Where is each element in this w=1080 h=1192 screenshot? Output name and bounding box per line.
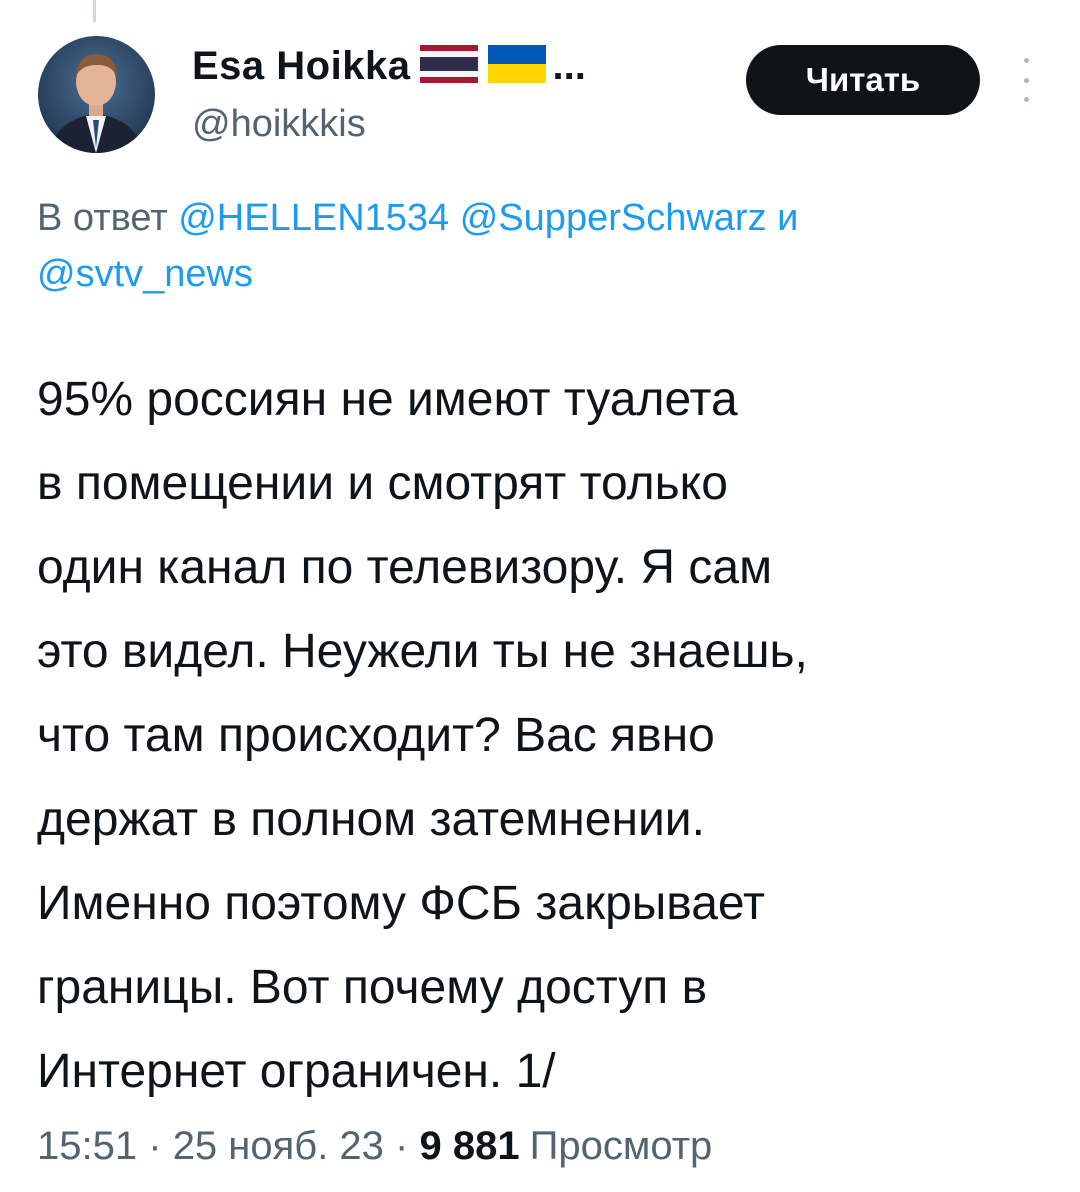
tweet-line: держат в полном затемнении. bbox=[37, 793, 705, 846]
reply-prefix: В ответ bbox=[37, 197, 168, 239]
more-dot bbox=[1023, 58, 1029, 63]
thread-connector-line bbox=[93, 0, 96, 22]
more-dot bbox=[1023, 77, 1029, 83]
name-ellipsis: ... bbox=[552, 44, 586, 88]
more-dot bbox=[1023, 97, 1029, 102]
tweet-date[interactable]: 25 нояб. 23 bbox=[173, 1124, 384, 1168]
tweet-meta: 15:51 · 25 нояб. 23 · 9 881 Просмотр bbox=[37, 1124, 712, 1169]
more-options-icon[interactable] bbox=[1014, 58, 1038, 102]
mention-link-svtv-news[interactable]: @svtv_news bbox=[37, 253, 253, 295]
tweet-line: Интернет ограничен. 1/ bbox=[37, 1045, 556, 1098]
author-handle[interactable]: @hoikkkis bbox=[192, 103, 366, 146]
tweet-text: 95% россиян не имеют туалета в помещении… bbox=[37, 358, 1067, 1114]
tweet-time[interactable]: 15:51 bbox=[37, 1124, 137, 1168]
tweet-line: 95% россиян не имеют туалета bbox=[37, 373, 738, 426]
tweet-line: один канал по телевизору. Я сам bbox=[37, 541, 773, 594]
author-name-row[interactable]: Esa Hoikka ... bbox=[192, 44, 586, 89]
views-label: Просмотр bbox=[529, 1124, 713, 1168]
tweet-line: что там происходит? Вас явно bbox=[37, 709, 715, 762]
views-count: 9 881 bbox=[419, 1124, 520, 1168]
tweet-line: Именно поэтому ФСБ закрывает bbox=[37, 877, 766, 930]
thailand-flag-icon bbox=[420, 45, 479, 88]
tweet-line: в помещении и смотрят только bbox=[37, 457, 728, 510]
meta-separator: · bbox=[148, 1124, 162, 1168]
tweet-line: это видел. Неужели ты не знаешь, bbox=[37, 625, 808, 678]
mention-conjunction: и bbox=[777, 197, 799, 239]
meta-separator: · bbox=[395, 1124, 409, 1168]
tweet-line: границы. Вот почему доступ в bbox=[37, 961, 708, 1014]
read-button[interactable]: Читать bbox=[746, 45, 980, 115]
reply-context: В ответ @HELLEN1534 @SupperSchwarz и @sv… bbox=[37, 190, 1067, 302]
avatar[interactable] bbox=[38, 36, 155, 153]
mention-link-supperschwarz[interactable]: @SupperSchwarz bbox=[460, 197, 767, 239]
author-display-name[interactable]: Esa Hoikka bbox=[192, 44, 410, 89]
ukraine-flag-icon bbox=[488, 45, 547, 88]
mention-link-hellen[interactable]: @HELLEN1534 bbox=[178, 197, 449, 239]
